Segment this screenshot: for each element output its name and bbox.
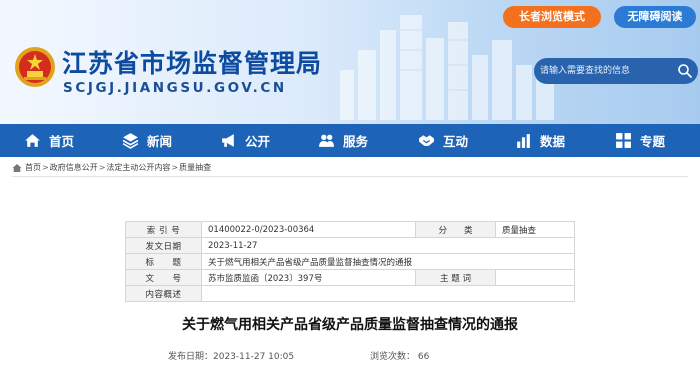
layers-icon bbox=[122, 133, 139, 149]
nav-label: 首页 bbox=[49, 134, 75, 149]
view-count: 浏览次数： 66 bbox=[370, 352, 430, 362]
nav-item-public[interactable]: 公开 bbox=[220, 124, 270, 157]
accessibility-button[interactable]: 无障碍阅读 bbox=[614, 6, 696, 28]
nav-label: 新闻 bbox=[147, 134, 173, 149]
topic-value bbox=[495, 269, 575, 286]
breadcrumb: 首页 > 政府信息公开 > 法定主动公开内容 > 质量抽查 bbox=[12, 162, 211, 173]
summary-label: 内容概述 bbox=[125, 285, 202, 302]
category-value: 质量抽查 bbox=[495, 221, 575, 238]
nav-item-service[interactable]: 服务 bbox=[318, 124, 368, 157]
title-label: 标 题 bbox=[125, 253, 202, 270]
topic-label: 主 题 词 bbox=[415, 269, 496, 286]
search-box[interactable]: 请输入需要查找的信息 bbox=[534, 58, 698, 84]
nav-item-home[interactable]: 首页 bbox=[24, 124, 74, 157]
date-value: 2023-11-27 bbox=[201, 237, 575, 254]
breadcrumb-separator: > bbox=[98, 163, 106, 172]
search-input[interactable]: 请输入需要查找的信息 bbox=[540, 58, 630, 84]
breadcrumb-home[interactable]: 首页 bbox=[25, 162, 41, 173]
site-url: SCJGJ.JIANGSU.GOV.CN bbox=[63, 80, 287, 96]
publish-time: 发布日期：2023-11-27 10:05 bbox=[168, 352, 295, 362]
grid-icon bbox=[616, 133, 631, 148]
nav-item-topics[interactable]: 专题 bbox=[615, 124, 665, 157]
breadcrumb-separator: > bbox=[171, 163, 179, 172]
date-label: 发文日期 bbox=[125, 237, 202, 254]
home-icon bbox=[12, 163, 22, 172]
title-value: 关于燃气用相关产品省级产品质量监督抽查情况的通报 bbox=[201, 253, 575, 270]
nav-label: 专题 bbox=[640, 134, 666, 149]
docno-label: 文 号 bbox=[125, 269, 202, 286]
summary-value bbox=[201, 285, 575, 302]
nav-label: 数据 bbox=[540, 134, 566, 149]
breadcrumb-gov-info[interactable]: 政府信息公开 bbox=[50, 162, 98, 173]
megaphone-icon bbox=[222, 134, 234, 147]
nav-item-interact[interactable]: 互动 bbox=[418, 124, 468, 157]
breadcrumb-separator: > bbox=[42, 163, 49, 172]
search-icon[interactable] bbox=[677, 63, 693, 79]
chart-icon bbox=[517, 134, 530, 148]
handshake-icon bbox=[419, 135, 434, 146]
docno-value: 苏市监质监函〔2023〕397号 bbox=[201, 269, 416, 286]
index-label: 索 引 号 bbox=[125, 221, 202, 238]
nav-label: 互动 bbox=[443, 134, 469, 149]
document-info-table: 索 引 号 01400022-0/2023-00364 分 类 质量抽查 发文日… bbox=[125, 221, 575, 302]
breadcrumb-divider bbox=[12, 176, 688, 177]
site-header: 长者浏览模式 无障碍阅读 江苏省市场监督管理局 SCJGJ.JIANGSU.GO… bbox=[0, 0, 700, 124]
nav-item-data[interactable]: 数据 bbox=[515, 124, 565, 157]
national-emblem-icon bbox=[15, 47, 55, 87]
nav-label: 服务 bbox=[343, 134, 369, 149]
main-nav: 首页 新闻 公开 服务 互动 数据 专题 bbox=[0, 124, 700, 157]
nav-item-news[interactable]: 新闻 bbox=[122, 124, 172, 157]
index-value: 01400022-0/2023-00364 bbox=[201, 221, 416, 238]
breadcrumb-statutory[interactable]: 法定主动公开内容 bbox=[106, 162, 170, 173]
article-title: 关于燃气用相关产品省级产品质量监督抽查情况的通报 bbox=[182, 317, 518, 333]
site-title[interactable]: 江苏省市场监督管理局 bbox=[62, 44, 322, 80]
elder-mode-button[interactable]: 长者浏览模式 bbox=[503, 6, 601, 28]
home-icon bbox=[25, 134, 40, 147]
nav-label: 公开 bbox=[245, 134, 271, 149]
breadcrumb-quality[interactable]: 质量抽查 bbox=[179, 162, 211, 173]
category-label: 分 类 bbox=[415, 221, 496, 238]
people-icon bbox=[319, 134, 334, 147]
